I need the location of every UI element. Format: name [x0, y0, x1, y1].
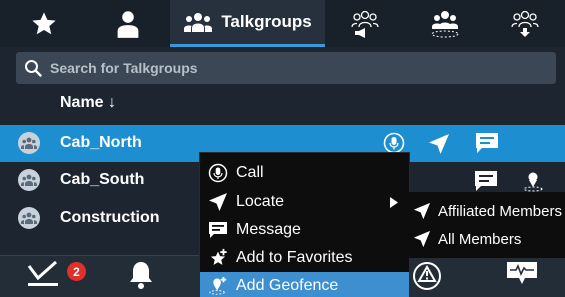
menu-item-label: Add to Favorites	[236, 249, 353, 266]
talkgroup-avatar-icon	[18, 132, 40, 154]
talkgroup-avatar-icon	[18, 207, 40, 229]
message-icon[interactable]	[475, 132, 499, 154]
emergency-icon[interactable]	[412, 261, 442, 291]
group-download-icon	[511, 10, 539, 37]
activity-icon[interactable]	[505, 260, 539, 286]
menu-item-message[interactable]: Message	[200, 216, 409, 244]
search-input[interactable]	[50, 52, 530, 84]
tab-broadcast-groups[interactable]	[325, 0, 405, 47]
tab-talkgroups[interactable]: Talkgroups	[170, 0, 325, 47]
locate-icon[interactable]	[428, 133, 450, 155]
list-item-label: Cab_North	[60, 134, 142, 151]
group-icon	[184, 13, 213, 32]
column-header-name[interactable]: Name ↓	[60, 94, 116, 112]
person-icon	[117, 10, 139, 38]
menu-item-add-to-favorites[interactable]: Add to Favorites	[200, 244, 409, 272]
locate-icon	[208, 192, 228, 212]
tab-selected-groups[interactable]	[405, 0, 485, 47]
submenu-item-label: All Members	[438, 231, 522, 248]
list-item-label: Construction	[60, 209, 160, 226]
alerts-checkmark-icon[interactable]	[26, 261, 60, 289]
notification-badge: 2	[67, 262, 86, 281]
list-item-label: Cab_South	[60, 171, 145, 188]
menu-item-call[interactable]: Call	[200, 159, 409, 187]
menu-item-label: Call	[236, 164, 264, 181]
locate-icon	[412, 201, 432, 221]
ptt-microphone-icon[interactable]	[383, 132, 405, 154]
search-bar	[16, 52, 556, 84]
add-geofence-icon	[208, 276, 228, 296]
tab-bar: Talkgroups	[0, 0, 565, 47]
submenu-item-label: Affiliated Members	[438, 203, 562, 220]
tab-download-groups[interactable]	[485, 0, 565, 47]
message-icon	[208, 220, 228, 240]
message-icon[interactable]	[474, 170, 498, 192]
submenu-arrow-icon	[390, 197, 398, 208]
talkgroup-avatar-icon	[18, 169, 40, 191]
submenu-item-all-members[interactable]: All Members	[402, 225, 565, 255]
geofence-icon[interactable]	[522, 170, 544, 192]
locate-submenu: Affiliated Members All Members	[402, 192, 565, 258]
submenu-item-affiliated-members[interactable]: Affiliated Members	[402, 197, 565, 227]
menu-item-locate[interactable]: Locate	[200, 188, 409, 216]
menu-item-label: Message	[236, 221, 301, 238]
menu-item-label: Add Geofence	[236, 277, 339, 294]
search-icon	[25, 60, 42, 77]
group-broadcast-icon	[351, 10, 379, 38]
bell-icon[interactable]	[128, 260, 154, 290]
locate-icon	[412, 229, 432, 249]
tab-favorites[interactable]	[0, 0, 88, 47]
group-selected-icon	[431, 10, 459, 37]
add-favorite-icon	[208, 248, 228, 268]
tab-talkgroups-label: Talkgroups	[221, 12, 312, 31]
star-icon	[32, 11, 56, 34]
context-menu: Call Locate Message Add to Favorites Add…	[199, 152, 410, 297]
menu-item-label: Locate	[236, 193, 285, 210]
call-icon	[208, 163, 228, 183]
tab-contacts[interactable]	[88, 0, 168, 47]
menu-item-add-geofence[interactable]: Add Geofence	[200, 272, 409, 297]
